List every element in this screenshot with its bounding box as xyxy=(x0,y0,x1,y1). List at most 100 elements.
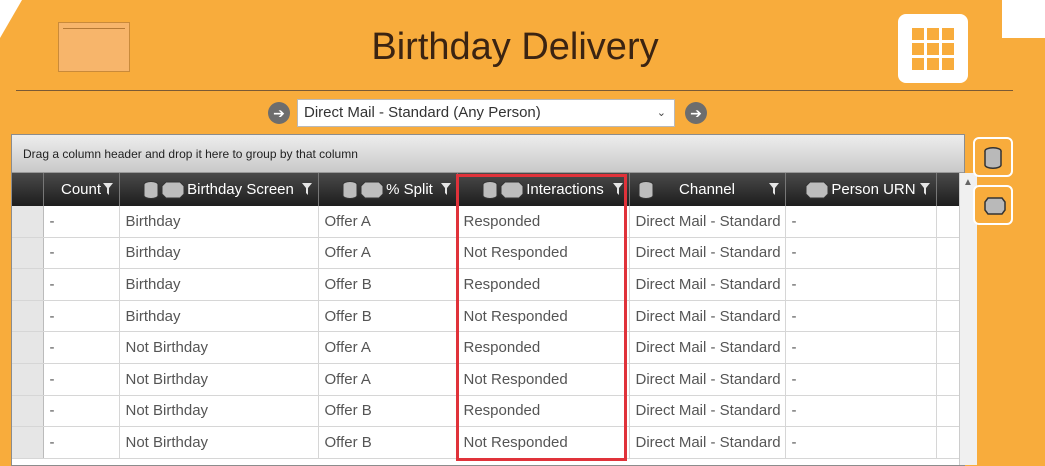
column-label: Channel xyxy=(679,181,735,199)
grid-table: Count Birthday Screen % Split Interactio… xyxy=(12,173,965,459)
cell-person-urn: - xyxy=(785,426,937,459)
table-row[interactable]: - Birthday Offer A Responded Direct Mail - S… xyxy=(12,206,965,238)
filter-icon[interactable] xyxy=(919,183,930,195)
column-label: Interactions xyxy=(526,181,604,199)
grid-body: - Birthday Offer A Responded Direct Mail - S… xyxy=(12,206,965,459)
cell-channel: Direct Mail - Standard xyxy=(629,268,786,301)
filter-icon[interactable] xyxy=(768,183,779,195)
cell-interactions: Responded xyxy=(457,206,630,238)
table-row[interactable]: - Not Birthday Offer B Responded Direct Mail… xyxy=(12,395,965,428)
cell-channel: Direct Mail - Standard xyxy=(629,363,786,396)
cell-count: - xyxy=(43,237,120,270)
cell-interactions: Not Responded xyxy=(457,300,630,333)
cell-channel: Direct Mail - Standard xyxy=(629,237,786,270)
cell-birthday-screen: Birthday xyxy=(119,300,319,333)
cell-count: - xyxy=(43,300,120,333)
row-selector[interactable] xyxy=(12,331,44,364)
cell-interactions: Not Responded xyxy=(457,426,630,459)
apps-grid-icon xyxy=(912,28,954,70)
cell-interactions: Responded xyxy=(457,268,630,301)
arrow-left-icon: ➔ xyxy=(273,105,285,121)
cell-channel: Direct Mail - Standard xyxy=(629,331,786,364)
cell-person-urn: - xyxy=(785,331,937,364)
segment-icon xyxy=(161,181,185,199)
cell-split: Offer B xyxy=(318,268,458,301)
filter-icon[interactable] xyxy=(102,183,113,195)
cell-interactions: Responded xyxy=(457,331,630,364)
cell-birthday-screen: Not Birthday xyxy=(119,331,319,364)
app-window: Birthday Delivery ➔ Direct Mail - Standa… xyxy=(0,0,1045,466)
column-header-interactions[interactable]: Interactions xyxy=(457,173,630,206)
cell-interactions: Responded xyxy=(457,395,630,428)
cell-count: - xyxy=(43,363,120,396)
cell-count: - xyxy=(43,206,120,238)
selection-dropdown[interactable]: Direct Mail - Standard (Any Person) ⌄ xyxy=(297,99,675,127)
segment-icon xyxy=(360,181,384,199)
column-header-channel[interactable]: Channel xyxy=(629,173,786,206)
column-label: Count xyxy=(60,181,102,199)
filter-icon[interactable] xyxy=(440,183,451,195)
database-icon xyxy=(984,147,1002,169)
cell-person-urn: - xyxy=(785,300,937,333)
database-icon xyxy=(342,180,358,199)
app-background-right xyxy=(1002,38,1045,466)
filter-icon[interactable] xyxy=(612,183,623,195)
database-icon xyxy=(143,180,159,199)
cell-split: Offer A xyxy=(318,237,458,270)
column-label: Person URN xyxy=(831,181,916,199)
table-row[interactable]: - Not Birthday Offer B Not Responded Direct … xyxy=(12,426,965,459)
segment-button[interactable] xyxy=(973,185,1013,225)
column-header-split[interactable]: % Split xyxy=(318,173,458,206)
segment-icon xyxy=(500,181,524,199)
page-title: Birthday Delivery xyxy=(371,26,659,68)
cell-split: Offer A xyxy=(318,331,458,364)
cell-channel: Direct Mail - Standard xyxy=(629,395,786,428)
cell-birthday-screen: Not Birthday xyxy=(119,363,319,396)
table-row[interactable]: - Birthday Offer B Responded Direct Mail - S… xyxy=(12,268,965,301)
cell-person-urn: - xyxy=(785,237,937,270)
scroll-up-icon[interactable]: ▲ xyxy=(963,177,973,188)
apps-grid-button[interactable] xyxy=(898,14,968,83)
group-by-bar[interactable]: Drag a column header and drop it here to… xyxy=(12,135,964,173)
cell-split: Offer B xyxy=(318,300,458,333)
segment-icon xyxy=(984,197,1006,215)
cell-birthday-screen: Not Birthday xyxy=(119,426,319,459)
cell-birthday-screen: Not Birthday xyxy=(119,395,319,428)
table-row[interactable]: - Not Birthday Offer A Not Responded Direct … xyxy=(12,363,965,396)
cell-split: Offer B xyxy=(318,426,458,459)
cell-split: Offer B xyxy=(318,395,458,428)
row-selector-header xyxy=(12,173,44,206)
column-header-count[interactable]: Count xyxy=(43,173,120,206)
column-label: Birthday Screen xyxy=(187,181,294,199)
arrow-right-icon: ➔ xyxy=(690,105,702,121)
row-selector[interactable] xyxy=(12,206,44,238)
row-selector[interactable] xyxy=(12,426,44,459)
table-row[interactable]: - Not Birthday Offer A Responded Direct Mail… xyxy=(12,331,965,364)
row-selector[interactable] xyxy=(12,363,44,396)
cell-birthday-screen: Birthday xyxy=(119,206,319,238)
cell-channel: Direct Mail - Standard xyxy=(629,426,786,459)
row-selector[interactable] xyxy=(12,268,44,301)
table-row[interactable]: - Birthday Offer B Not Responded Direct Mail… xyxy=(12,300,965,333)
cell-count: - xyxy=(43,268,120,301)
filter-icon[interactable] xyxy=(301,183,312,195)
row-selector[interactable] xyxy=(12,300,44,333)
cell-channel: Direct Mail - Standard xyxy=(629,206,786,238)
column-header-birthday-screen[interactable]: Birthday Screen xyxy=(119,173,319,206)
previous-button[interactable]: ➔ xyxy=(268,102,290,124)
table-row[interactable]: - Birthday Offer A Not Responded Direct Mail… xyxy=(12,237,965,270)
database-icon xyxy=(638,181,653,199)
cell-count: - xyxy=(43,426,120,459)
database-button[interactable] xyxy=(973,137,1013,177)
chevron-down-icon: ⌄ xyxy=(656,107,666,119)
column-header-person-urn[interactable]: Person URN xyxy=(785,173,937,206)
row-selector[interactable] xyxy=(12,395,44,428)
column-label: % Split xyxy=(386,181,433,199)
cell-count: - xyxy=(43,331,120,364)
row-selector[interactable] xyxy=(12,237,44,270)
next-button[interactable]: ➔ xyxy=(685,102,707,124)
database-icon xyxy=(482,180,498,199)
cell-count: - xyxy=(43,395,120,428)
dropdown-value: Direct Mail - Standard (Any Person) xyxy=(304,104,541,121)
cell-channel: Direct Mail - Standard xyxy=(629,300,786,333)
